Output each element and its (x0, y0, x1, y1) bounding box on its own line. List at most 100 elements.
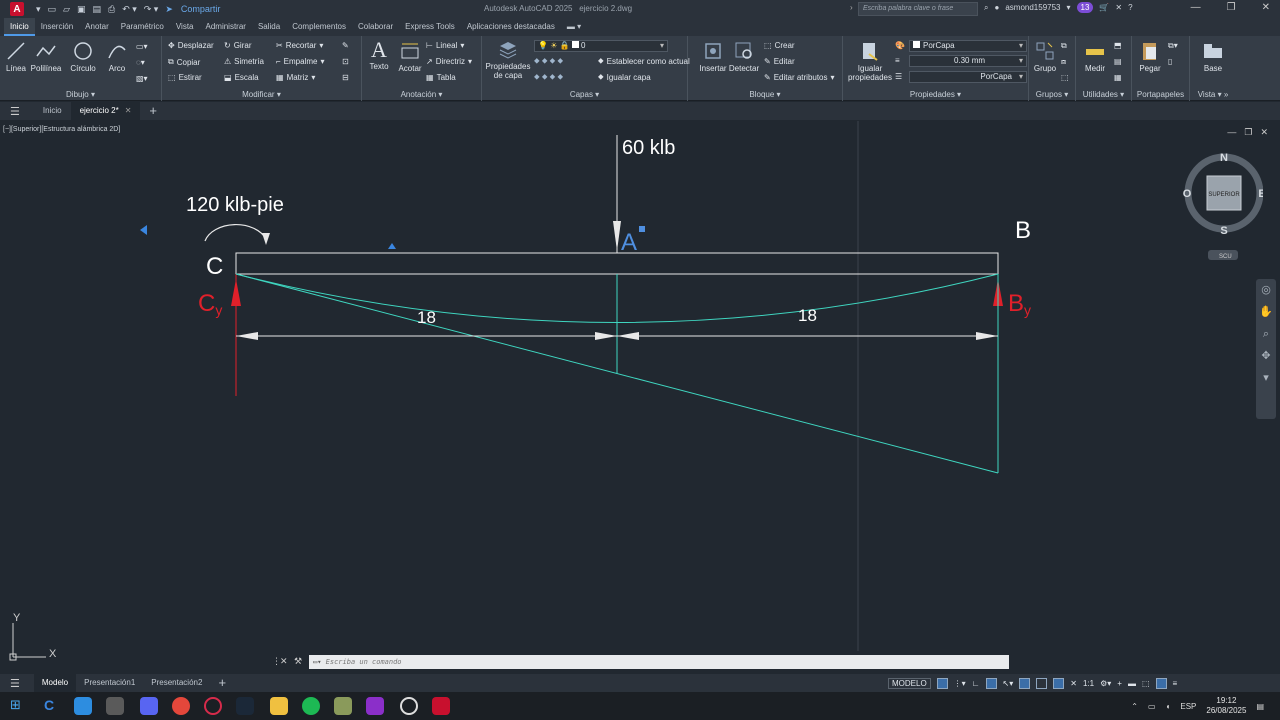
doctab-inicio[interactable]: Inicio (34, 102, 71, 120)
chrome-icon[interactable] (172, 697, 190, 715)
osnap-toggle-icon[interactable] (1019, 677, 1031, 689)
panel-title-modificar[interactable]: Modificar ▾ (162, 90, 361, 99)
panel-title-capas[interactable]: Capas ▾ (482, 90, 687, 99)
annotation-visibility-icon[interactable] (1053, 677, 1065, 689)
line-tool[interactable]: Línea (4, 40, 28, 73)
username[interactable]: asmond159753 (1005, 3, 1060, 12)
layout-menu-icon[interactable]: ☰ (10, 677, 20, 690)
mirror-tool[interactable]: ⚠ Simetría (224, 57, 264, 66)
nav-tools[interactable]: ◎ ✋ ⌕ ✥ ▾ (1256, 279, 1276, 389)
compass-s[interactable]: S (1220, 225, 1227, 237)
point-b-label[interactable]: B (1015, 217, 1031, 244)
add-icon[interactable]: + (1117, 679, 1122, 688)
search-icon[interactable]: ⌕ (984, 3, 988, 13)
isolate-icon[interactable]: ⬚ (1142, 679, 1150, 688)
moment-arc[interactable] (204, 223, 267, 242)
group-tool[interactable]: Grupo (1031, 40, 1059, 73)
autocad-logo[interactable]: A (10, 2, 24, 16)
text-tool[interactable]: A Texto (366, 38, 392, 72)
tab-modelo[interactable]: Modelo (33, 674, 77, 692)
linear-dim-tool[interactable]: ⊢ Lineal ▾ (426, 41, 464, 50)
exchange-icon[interactable]: ✕ (1115, 3, 1122, 12)
grid-toggle-icon[interactable] (936, 677, 948, 689)
panel-title-dibujo[interactable]: Dibujo ▾ (0, 90, 161, 99)
share-button[interactable]: Compartir (181, 4, 221, 14)
dimension-tool[interactable]: Acotar (396, 40, 424, 73)
plot-icon[interactable]: ⎙ (108, 4, 115, 15)
layer-tools-row2[interactable]: ⬥ ⬥ ⬥ ⬥ (534, 72, 563, 82)
selection-cycling-icon[interactable] (1036, 677, 1048, 689)
dim-right-label[interactable]: 18 (798, 306, 817, 325)
annotation-scale[interactable]: 1:1 (1083, 679, 1094, 688)
moment-label[interactable]: 120 klb-pie (186, 194, 284, 216)
tab-vista[interactable]: Vista (170, 18, 200, 36)
panel-title-anotacion[interactable]: Anotación ▾ (362, 90, 481, 99)
arc-tool[interactable]: Arco (104, 40, 130, 73)
quick-select-icon[interactable]: ⬒ (1114, 41, 1122, 50)
autocad-taskbar-icon[interactable] (432, 697, 450, 715)
notifications-icon[interactable]: ▤ (1256, 702, 1264, 711)
layer-properties-tool[interactable]: Propiedades de capa (484, 38, 532, 80)
tab-insercion[interactable]: Inserción (35, 18, 79, 36)
boundary-icon[interactable]: ▧▾ (136, 74, 148, 83)
match-layer-tool[interactable]: ⬥ Igualar capa (598, 72, 651, 82)
create-block-tool[interactable]: ⬚ Crear (764, 41, 795, 50)
undo-icon[interactable]: ↶ ▾ (122, 4, 137, 15)
user-chevron-icon[interactable]: ▾ (1066, 3, 1070, 12)
polar-toggle-icon[interactable] (985, 677, 997, 689)
new-file-icon[interactable]: ▭ (48, 4, 57, 15)
offset-icon[interactable]: ⊟ (342, 73, 349, 82)
trim-tool[interactable]: ✂ Recortar ▾ (276, 41, 323, 50)
spotify-icon[interactable] (302, 697, 320, 715)
insert-tool[interactable]: Insertar (698, 40, 728, 73)
cmd-close-icon[interactable]: ✕ (280, 656, 288, 667)
auto-scale-icon[interactable]: ✕ (1070, 679, 1077, 688)
rectangle-icon[interactable]: ▭▾ (136, 42, 148, 51)
explode-icon[interactable]: ⊡ (342, 57, 349, 66)
redo-icon[interactable]: ↷ ▾ (144, 4, 159, 15)
photos-icon[interactable] (334, 697, 352, 715)
table-tool[interactable]: ▦ Tabla (426, 73, 456, 82)
app-store-icon[interactable] (74, 697, 92, 715)
menu-arrow-icon[interactable]: ▾ (36, 4, 41, 15)
windows-start-icon[interactable]: ⊞ (10, 697, 28, 715)
volume-icon[interactable]: ◖ (1166, 702, 1171, 711)
save-icon[interactable]: ▣ (77, 4, 86, 15)
ribbon-options-icon[interactable]: ▬ ▾ (561, 18, 587, 36)
tab-colaborar[interactable]: Colaborar (352, 18, 399, 36)
layer-dropdown[interactable]: 💡 ☀ 🔒 0 (534, 40, 668, 52)
scale-tool[interactable]: ⬓ Escala (224, 73, 259, 82)
save-as-icon[interactable]: ▤ (92, 4, 101, 15)
polyline-tool[interactable]: Polilínea (30, 40, 62, 73)
tab-presentacion2[interactable]: Presentación2 (143, 674, 210, 692)
load-label[interactable]: 60 klb (622, 137, 675, 159)
clock[interactable]: 19:12 26/08/2025 (1206, 696, 1246, 716)
detect-tool[interactable]: Detectar (728, 40, 760, 73)
panel-title-utilidades[interactable]: Utilidades ▾ (1076, 90, 1131, 99)
stretch-tool[interactable]: ⬚ Estirar (168, 73, 202, 82)
erase-icon[interactable]: ✎ (342, 41, 349, 50)
group-edit-icon[interactable]: ⧈ (1061, 57, 1066, 67)
beam-rectangle[interactable] (235, 252, 999, 275)
drawing-canvas[interactable]: 60 klb 120 klb-pie C B A Cy By 18 18 Y X (0, 121, 1280, 674)
move-tool[interactable]: ✥ Desplazar (168, 41, 214, 50)
open-folder-icon[interactable]: ▱ (63, 4, 70, 15)
restore-icon[interactable]: ❐ (1227, 2, 1236, 13)
tab-complementos[interactable]: Complementos (286, 18, 352, 36)
user-icon[interactable]: ● (994, 3, 999, 12)
opera-icon[interactable] (204, 697, 222, 715)
group-select-icon[interactable]: ⬚ (1061, 73, 1069, 82)
model-space-button[interactable]: MODELO (888, 677, 931, 689)
linetype-dropdown[interactable]: PorCapa (909, 71, 1027, 83)
viewcube[interactable]: SUPERIOR N S E O SCU (1183, 146, 1266, 261)
panel-title-bloque[interactable]: Bloque ▾ (688, 90, 842, 99)
leader-tool[interactable]: ↗ Directriz ▾ (426, 57, 472, 66)
units-icon[interactable]: ▬ (1128, 679, 1136, 688)
fullscreen-icon[interactable] (1155, 677, 1167, 689)
point-a-label[interactable]: A (621, 229, 637, 256)
compass-n[interactable]: N (1220, 152, 1228, 164)
edit-block-tool[interactable]: ✎ Editar (764, 57, 795, 66)
reaction-b-label[interactable]: By (1008, 290, 1031, 318)
match-properties-tool[interactable]: Igualar propiedades (845, 40, 895, 82)
isodraft-icon[interactable]: ↖▾ (1003, 679, 1014, 688)
